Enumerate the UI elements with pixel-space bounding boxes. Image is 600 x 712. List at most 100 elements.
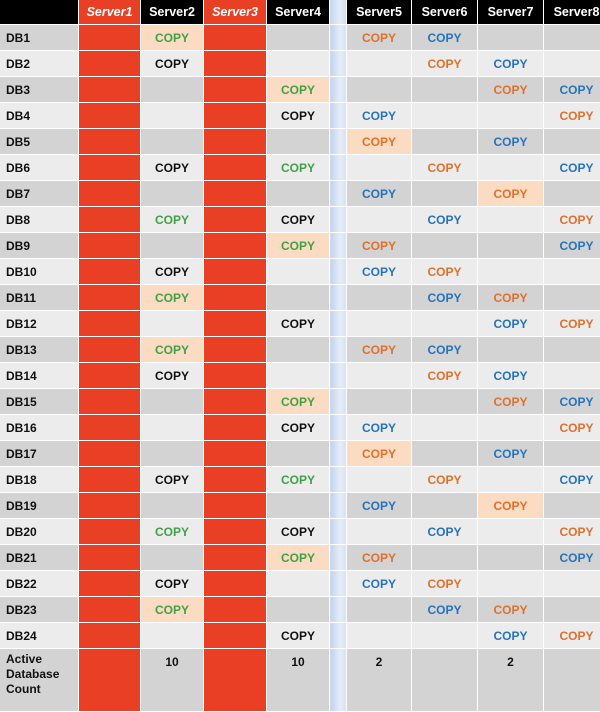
cell-server1 (79, 311, 141, 337)
cell-server1 (79, 103, 141, 129)
cell-server7 (478, 103, 544, 129)
cell-server4 (267, 259, 330, 285)
cell-server7 (478, 467, 544, 493)
cell-server4 (267, 181, 330, 207)
cell-server7 (478, 25, 544, 51)
copy-cell: COPY (267, 545, 330, 571)
header-server6: Server6 (412, 0, 478, 25)
row-label: DB23 (0, 597, 79, 623)
copy-cell: COPY (544, 233, 600, 259)
cell-server5 (347, 519, 412, 545)
copy-cell: COPY (347, 259, 412, 285)
column-spacer (330, 545, 347, 571)
table-row: DB11COPYCOPYCOPY (0, 285, 600, 311)
copy-cell: COPY (478, 51, 544, 77)
copy-cell: COPY (347, 103, 412, 129)
row-label: DB3 (0, 77, 79, 103)
copy-cell: COPY (347, 493, 412, 519)
cell-server1 (79, 415, 141, 441)
cell-server8 (544, 571, 600, 597)
table-row: DB14COPYCOPYCOPY (0, 363, 600, 389)
cell-server2 (141, 77, 204, 103)
cell-server4 (267, 597, 330, 623)
cell-server4 (267, 337, 330, 363)
cell-server3 (204, 181, 267, 207)
copy-cell: COPY (141, 25, 204, 51)
cell-server2 (141, 311, 204, 337)
cell-server2 (141, 233, 204, 259)
cell-server5 (347, 389, 412, 415)
count-server8 (544, 649, 600, 712)
cell-server5 (347, 77, 412, 103)
cell-server3 (204, 155, 267, 181)
copy-cell: COPY (267, 207, 330, 233)
cell-server1 (79, 285, 141, 311)
cell-server6 (412, 493, 478, 519)
copy-cell: COPY (478, 441, 544, 467)
cell-server7 (478, 519, 544, 545)
row-label: DB8 (0, 207, 79, 233)
column-spacer (330, 363, 347, 389)
header-server2: Server2 (141, 0, 204, 25)
cell-server3 (204, 77, 267, 103)
cell-server4 (267, 363, 330, 389)
row-label: DB13 (0, 337, 79, 363)
copy-cell: COPY (544, 77, 600, 103)
cell-server8 (544, 181, 600, 207)
cell-server1 (79, 519, 141, 545)
column-spacer (330, 207, 347, 233)
cell-server6 (412, 103, 478, 129)
cell-server5 (347, 623, 412, 649)
copy-cell: COPY (141, 597, 204, 623)
copy-cell: COPY (544, 467, 600, 493)
copy-cell: COPY (141, 155, 204, 181)
count-server3 (204, 649, 267, 712)
cell-server6 (412, 623, 478, 649)
column-spacer (330, 181, 347, 207)
count-server1 (79, 649, 141, 712)
cell-server1 (79, 597, 141, 623)
cell-server1 (79, 259, 141, 285)
copy-cell: COPY (478, 311, 544, 337)
cell-server3 (204, 129, 267, 155)
column-spacer (330, 337, 347, 363)
cell-server8 (544, 493, 600, 519)
cell-server2 (141, 623, 204, 649)
cell-server4 (267, 129, 330, 155)
copy-cell: COPY (141, 363, 204, 389)
column-spacer (330, 519, 347, 545)
column-spacer (330, 103, 347, 129)
cell-server7 (478, 259, 544, 285)
table-row: DB8COPYCOPYCOPYCOPY (0, 207, 600, 233)
table-row: DB20COPYCOPYCOPYCOPY (0, 519, 600, 545)
copy-cell: COPY (412, 51, 478, 77)
cell-server8 (544, 25, 600, 51)
copy-cell: COPY (347, 571, 412, 597)
copy-cell: COPY (141, 571, 204, 597)
cell-server1 (79, 77, 141, 103)
copy-cell: COPY (412, 363, 478, 389)
copy-cell: COPY (141, 467, 204, 493)
column-spacer (330, 571, 347, 597)
cell-server2 (141, 441, 204, 467)
row-label: DB6 (0, 155, 79, 181)
cell-server3 (204, 259, 267, 285)
row-label: DB5 (0, 129, 79, 155)
count-server5: 2 (347, 649, 412, 712)
cell-server3 (204, 337, 267, 363)
row-label: DB15 (0, 389, 79, 415)
row-label: DB12 (0, 311, 79, 337)
copy-cell: COPY (412, 571, 478, 597)
column-spacer (330, 259, 347, 285)
copy-cell: COPY (347, 181, 412, 207)
server-database-grid: Server1Server2Server3Server4Server5Serve… (0, 0, 600, 712)
cell-server6 (412, 233, 478, 259)
cell-server8 (544, 285, 600, 311)
cell-server3 (204, 25, 267, 51)
cell-server3 (204, 519, 267, 545)
column-spacer (330, 493, 347, 519)
cell-server2 (141, 181, 204, 207)
row-label: DB21 (0, 545, 79, 571)
column-spacer (330, 129, 347, 155)
table-row: DB17COPYCOPY (0, 441, 600, 467)
